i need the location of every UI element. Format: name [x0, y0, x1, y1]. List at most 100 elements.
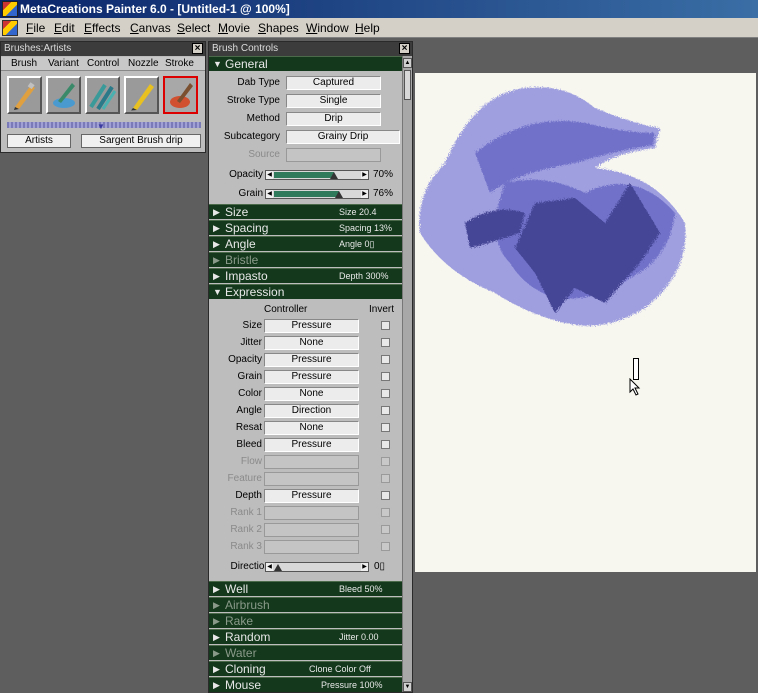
expression-grain-controller[interactable]: Pressure [264, 370, 359, 384]
water-brush-icon[interactable] [46, 76, 81, 114]
tab-variant[interactable]: Variant [48, 58, 79, 69]
expression-resat-controller[interactable]: None [264, 421, 359, 435]
menu-file[interactable]: File [26, 21, 45, 35]
section-expression-label: Expression [225, 285, 285, 299]
grain-slider-knob[interactable] [335, 191, 344, 198]
expression-opacity-invert-checkbox[interactable] [381, 355, 390, 364]
expression-grain-invert-checkbox[interactable] [381, 372, 390, 381]
expression-depth-controller[interactable]: Pressure [264, 489, 359, 503]
expression-color-controller[interactable]: None [264, 387, 359, 401]
section-impasto-label: Impasto [225, 269, 268, 283]
section-general-label: General [225, 57, 268, 71]
pencil-icon[interactable] [124, 76, 159, 114]
slider-right-arrow-icon[interactable]: ▶ [361, 190, 368, 198]
section-water[interactable]: ▶ Water [209, 645, 402, 660]
expression-rank-3-controller [264, 540, 359, 554]
brush-controls-title[interactable]: Brush Controls × [209, 42, 412, 56]
menu-edit[interactable]: Edit [54, 21, 75, 35]
controller-header: Controller [264, 304, 308, 315]
expression-jitter-invert-checkbox[interactable] [381, 338, 390, 347]
brush-controls-title-text: Brush Controls [212, 43, 279, 54]
tab-stroke[interactable]: Stroke [165, 58, 194, 69]
tab-brush[interactable]: Brush [11, 58, 37, 69]
section-angle[interactable]: ▶ Angle Angle 0▯ [209, 236, 402, 251]
section-mouse-value: Pressure 100% [321, 680, 383, 690]
scroll-up-icon[interactable]: ▲ [403, 58, 412, 68]
method-select[interactable]: Drip [286, 112, 381, 126]
section-random[interactable]: ▶ Random Jitter 0.00 [209, 629, 402, 644]
subcategory-label: Subcategory [223, 131, 280, 142]
direction-slider-knob[interactable] [274, 564, 282, 571]
menu-canvas[interactable]: Canvas [130, 21, 171, 35]
collapsed-triangle-icon: ▶ [213, 584, 220, 594]
expression-angle-invert-checkbox[interactable] [381, 406, 390, 415]
brush-category-select[interactable]: Artists [7, 134, 71, 148]
section-bristle[interactable]: ▶ Bristle [209, 252, 402, 267]
artist-brush-icon[interactable] [163, 76, 198, 114]
close-icon[interactable]: × [192, 43, 203, 54]
section-airbrush[interactable]: ▶ Airbrush [209, 597, 402, 612]
expression-jitter-label: Jitter [240, 337, 262, 348]
expression-size-controller[interactable]: Pressure [264, 319, 359, 333]
expression-color-invert-checkbox[interactable] [381, 389, 390, 398]
stroke-type-select[interactable]: Single [286, 94, 381, 108]
tab-control[interactable]: Control [87, 58, 119, 69]
brush-variant-select[interactable]: Sargent Brush drip [81, 134, 201, 148]
expression-resat-invert-checkbox[interactable] [381, 423, 390, 432]
expression-opacity-controller[interactable]: Pressure [264, 353, 359, 367]
section-size[interactable]: ▶ Size Size 20.4 [209, 204, 402, 219]
painter-app-icon[interactable] [2, 1, 18, 17]
menu-select[interactable]: Select [177, 21, 210, 35]
opacity-slider-knob[interactable] [330, 172, 339, 179]
felt-pen-icon[interactable] [85, 76, 120, 114]
controls-scrollbar[interactable]: ▲ ▼ [402, 56, 412, 692]
grain-slider[interactable]: ◀ ▶ [265, 189, 369, 199]
section-expression[interactable]: ▼ Expression [209, 284, 402, 299]
subcategory-select[interactable]: Grainy Drip [286, 130, 400, 144]
expression-bleed-invert-checkbox[interactable] [381, 440, 390, 449]
collapsed-triangle-icon: ▶ [213, 207, 220, 217]
menu-help[interactable]: Help [355, 21, 380, 35]
section-water-label: Water [225, 646, 257, 660]
brushes-palette-title[interactable]: Brushes:Artists × [1, 42, 205, 56]
section-impasto[interactable]: ▶ Impasto Depth 300% [209, 268, 402, 283]
expression-depth-invert-checkbox[interactable] [381, 491, 390, 500]
collapsed-triangle-icon: ▶ [213, 616, 220, 626]
slider-right-arrow-icon[interactable]: ▶ [361, 563, 368, 571]
menu-movie[interactable]: Movie [218, 21, 250, 35]
slider-left-arrow-icon[interactable]: ◀ [266, 190, 273, 198]
expression-rank-2-label: Rank 2 [230, 524, 262, 535]
slider-left-arrow-icon[interactable]: ◀ [266, 563, 273, 571]
menu-effects[interactable]: Effects [84, 21, 120, 35]
section-rake[interactable]: ▶ Rake [209, 613, 402, 628]
section-impasto-value: Depth 300% [339, 271, 389, 281]
section-spacing[interactable]: ▶ Spacing Spacing 13% [209, 220, 402, 235]
expression-rank-1-invert-checkbox [381, 508, 390, 517]
section-mouse[interactable]: ▶ Mouse Pressure 100% [209, 677, 402, 692]
brush-stroke-icon[interactable] [7, 76, 42, 114]
scroll-down-icon[interactable]: ▼ [403, 682, 412, 692]
expression-angle-controller[interactable]: Direction [264, 404, 359, 418]
expression-opacity-label: Opacity [228, 354, 262, 365]
brush-controls-palette: Brush Controls × ▲ ▼ ▼ General Dab Type … [208, 41, 413, 693]
expression-size-invert-checkbox[interactable] [381, 321, 390, 330]
section-cloning[interactable]: ▶ Cloning Clone Color Off [209, 661, 402, 676]
slider-right-arrow-icon[interactable]: ▶ [361, 171, 368, 179]
expression-bleed-controller[interactable]: Pressure [264, 438, 359, 452]
brush-icon-row [7, 76, 201, 122]
opacity-slider[interactable]: ◀ ▶ [265, 170, 369, 180]
scroll-thumb[interactable] [404, 70, 411, 100]
slider-left-arrow-icon[interactable]: ◀ [266, 171, 273, 179]
document-menu-icon[interactable] [2, 20, 18, 36]
section-general[interactable]: ▼ General [209, 56, 402, 71]
tab-nozzle[interactable]: Nozzle [128, 58, 159, 69]
direction-slider[interactable]: ◀ ▶ [265, 562, 369, 572]
close-icon[interactable]: × [399, 43, 410, 54]
section-well[interactable]: ▶ Well Bleed 50% [209, 581, 402, 596]
menu-shapes[interactable]: Shapes [258, 21, 299, 35]
chevron-down-icon[interactable]: ▼ [97, 122, 105, 131]
document-canvas[interactable] [415, 73, 756, 572]
dab-type-select[interactable]: Captured [286, 76, 381, 90]
menu-window[interactable]: Window [306, 21, 349, 35]
expression-jitter-controller[interactable]: None [264, 336, 359, 350]
